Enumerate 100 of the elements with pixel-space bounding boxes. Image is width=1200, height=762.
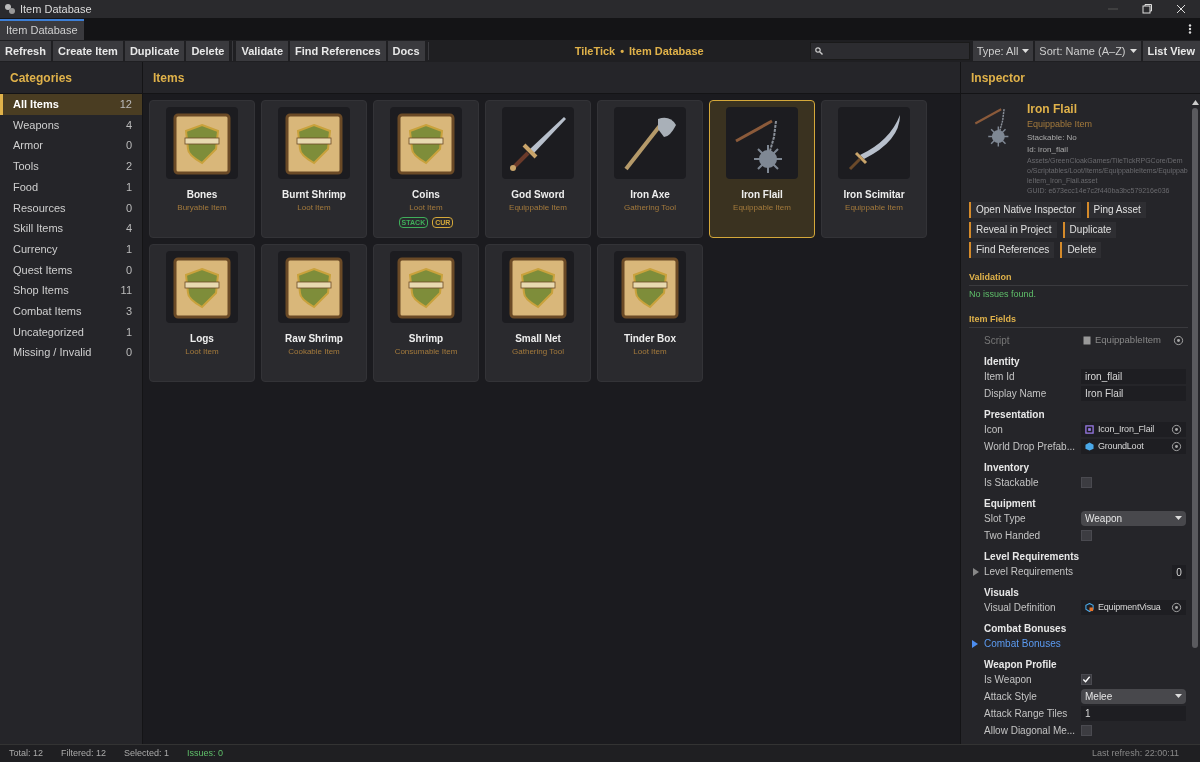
object-field[interactable]: EquipmentVisua [1081, 600, 1186, 615]
section-header: Level Requirements [984, 550, 1081, 563]
sort-dropdown[interactable]: Sort: Name (A–Z) [1035, 41, 1141, 61]
item-card[interactable]: Raw Shrimp Cookable Item [261, 244, 367, 382]
caret-icon [1129, 48, 1137, 54]
item-card[interactable]: Bones Buryable Item [149, 100, 255, 238]
item-card[interactable]: God Sword Equippable Item [485, 100, 591, 238]
checkbox[interactable] [1081, 674, 1092, 685]
action-button[interactable]: Find References [969, 241, 1055, 258]
category-item[interactable]: Tools 2 [0, 156, 142, 177]
stackable-text: Stackable: No [1027, 131, 1078, 144]
category-label: Missing / Invalid [13, 345, 92, 361]
object-picker-icon[interactable] [1171, 441, 1182, 452]
object-picker-icon[interactable] [1173, 335, 1184, 346]
toolbar-button[interactable]: Validate [236, 41, 288, 61]
toolbar-button[interactable]: Find References [290, 41, 386, 61]
category-item[interactable]: Armor 0 [0, 135, 142, 157]
toolbar-button[interactable]: Delete [186, 41, 230, 61]
category-item[interactable]: Missing / Invalid 0 [0, 342, 142, 363]
field-label: Allow Diagonal Me... [984, 724, 1077, 738]
field-label: Two Handed [984, 529, 1042, 543]
category-item[interactable]: Combat Items 3 [0, 300, 142, 322]
category-item[interactable]: Food 1 [0, 176, 142, 198]
item-card[interactable]: Small Net Gathering Tool [485, 244, 591, 382]
item-name: Tinder Box [623, 332, 676, 346]
item-name: Coins [412, 188, 440, 202]
item-card[interactable]: Iron Scimitar Equippable Item [821, 100, 927, 238]
category-item[interactable]: Quest Items 0 [0, 259, 142, 281]
category-label: Currency [13, 241, 58, 257]
category-count: 0 [125, 345, 132, 361]
object-name: EquipmentVisua [1098, 600, 1162, 614]
object-field[interactable]: Icon_Iron_Flail [1081, 422, 1186, 437]
type-dropdown[interactable]: Type: All [972, 41, 1034, 61]
item-card[interactable]: Tinder Box Loot Item [597, 244, 703, 382]
text-field[interactable]: 1 [1081, 706, 1186, 721]
action-button[interactable]: Ping Asset [1086, 201, 1146, 218]
foldout-label[interactable]: Level Requirements [984, 564, 1172, 579]
category-count: 0 [125, 138, 132, 154]
item-card[interactable]: Burnt Shrimp Loot Item [261, 100, 367, 238]
panel-title: Categories [10, 69, 73, 87]
toolbar-button[interactable]: Docs [387, 41, 425, 61]
item-type: Consumable Item [394, 346, 458, 358]
foldout-label[interactable]: Combat Bonuses [984, 636, 1061, 651]
category-item[interactable]: Currency 1 [0, 238, 142, 260]
category-item[interactable]: Uncategorized 1 [0, 321, 142, 343]
section-header: Equipment [984, 497, 1037, 510]
action-button[interactable]: Open Native Inspector [969, 201, 1081, 218]
checkbox[interactable] [1081, 725, 1092, 736]
category-item[interactable]: Resources 0 [0, 197, 142, 219]
cube-icon [1085, 442, 1094, 451]
category-count: 0 [125, 262, 132, 278]
item-type: Equippable Item [509, 202, 567, 214]
checkbox[interactable] [1081, 530, 1092, 541]
category-item[interactable]: Skill Items 4 [0, 218, 142, 239]
item-card[interactable]: Iron Axe Gathering Tool [597, 100, 703, 238]
item-card[interactable]: Shrimp Consumable Item [373, 244, 479, 382]
item-title: Iron Flail [1027, 101, 1078, 118]
action-button[interactable]: Duplicate [1062, 221, 1117, 238]
item-card[interactable]: Logs Loot Item [149, 244, 255, 382]
category-item[interactable]: All Items 12 [0, 94, 142, 115]
caret-icon [1022, 48, 1030, 54]
sprite-icon [1085, 425, 1094, 434]
action-button[interactable]: Reveal in Project [969, 221, 1057, 238]
field-label: Is Stackable [984, 476, 1040, 490]
category-count: 3 [125, 303, 132, 319]
foldout-arrow-icon[interactable] [972, 567, 980, 576]
section-header: Visuals [984, 586, 1020, 599]
id-text: Id: iron_flail [1027, 143, 1069, 156]
category-label: Tools [13, 159, 39, 175]
category-item[interactable]: Weapons 4 [0, 114, 142, 136]
category-label: Armor [13, 138, 43, 154]
object-picker-icon[interactable] [1171, 424, 1182, 435]
section-header: Presentation [984, 408, 1046, 421]
window-title: Item Database [20, 1, 93, 17]
toolbar-button[interactable]: Refresh [0, 41, 51, 61]
tab[interactable]: Item Database [0, 19, 84, 40]
scroll-up-icon[interactable] [1191, 100, 1199, 105]
section-header: Weapon Profile [984, 658, 1058, 671]
list-view-button[interactable]: List View [1142, 41, 1200, 61]
toolbar-button[interactable]: Create Item [52, 41, 123, 61]
item-card[interactable]: Iron Flail Equippable Item [709, 100, 815, 238]
panel-title: Inspector [971, 69, 1025, 87]
category-item[interactable]: Shop Items 11 [0, 280, 142, 301]
more-options-icon[interactable] [1188, 24, 1192, 34]
search-field[interactable] [809, 42, 970, 60]
object-field[interactable]: GroundLoot [1081, 439, 1186, 454]
text-field[interactable]: Iron Flail [1081, 386, 1186, 401]
category-count: 11 [120, 283, 132, 299]
item-type: Loot Item [297, 202, 331, 214]
item-type: Equippable Item [733, 202, 791, 214]
action-button[interactable]: Delete [1060, 241, 1102, 258]
foldout-arrow-icon[interactable] [971, 639, 979, 648]
dropdown[interactable]: Weapon [1081, 511, 1186, 526]
category-label: Combat Items [13, 303, 82, 319]
text-field[interactable]: iron_flail [1081, 369, 1186, 384]
caret-icon [1175, 516, 1182, 521]
dropdown[interactable]: Melee [1081, 689, 1186, 704]
toolbar-button[interactable]: Duplicate [124, 41, 185, 61]
object-picker-icon[interactable] [1171, 602, 1182, 613]
checkbox[interactable] [1081, 477, 1092, 488]
